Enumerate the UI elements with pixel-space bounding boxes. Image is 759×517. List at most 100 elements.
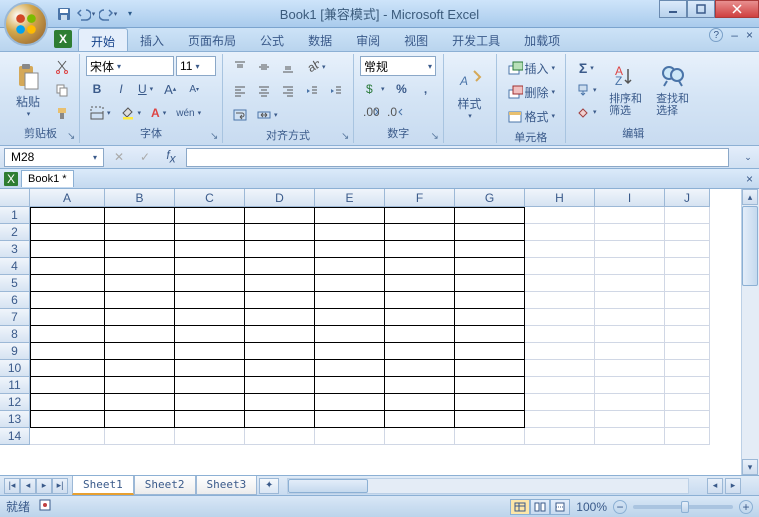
zoom-slider[interactable] <box>633 505 733 509</box>
cell-D11[interactable] <box>245 377 315 394</box>
cell-E2[interactable] <box>315 224 385 241</box>
row-header-7[interactable]: 7 <box>0 309 30 326</box>
align-top-button[interactable] <box>229 56 251 78</box>
horizontal-scrollbar[interactable] <box>287 478 689 494</box>
grow-font-button[interactable]: A▴ <box>159 78 181 100</box>
cell-G7[interactable] <box>455 309 525 326</box>
row-header-14[interactable]: 14 <box>0 428 30 445</box>
help-button[interactable]: ? <box>709 28 723 42</box>
cell-H13[interactable] <box>525 411 595 428</box>
select-all-corner[interactable] <box>0 189 30 207</box>
find-select-button[interactable]: 查找和 选择 <box>651 56 695 124</box>
cell-C6[interactable] <box>175 292 245 309</box>
cell-F10[interactable] <box>385 360 455 377</box>
clipboard-launcher[interactable]: ↘ <box>67 131 79 143</box>
row-header-9[interactable]: 9 <box>0 343 30 360</box>
col-header-J[interactable]: J <box>665 189 710 207</box>
cell-H6[interactable] <box>525 292 595 309</box>
format-painter-button[interactable] <box>51 102 73 124</box>
col-header-B[interactable]: B <box>105 189 175 207</box>
cell-C9[interactable] <box>175 343 245 360</box>
align-right-button[interactable] <box>277 80 299 102</box>
delete-cells-button[interactable]: 删除▾ <box>503 80 560 104</box>
cell-H5[interactable] <box>525 275 595 292</box>
cell-I4[interactable] <box>595 258 665 275</box>
cell-C2[interactable] <box>175 224 245 241</box>
vertical-scrollbar[interactable]: ▴ ▾ <box>741 189 759 475</box>
cell-E5[interactable] <box>315 275 385 292</box>
cell-G11[interactable] <box>455 377 525 394</box>
ribbon-tab-1[interactable]: 插入 <box>128 28 176 51</box>
cell-E11[interactable] <box>315 377 385 394</box>
name-box[interactable]: M28▾ <box>4 148 104 167</box>
cell-H9[interactable] <box>525 343 595 360</box>
cut-button[interactable] <box>51 56 73 78</box>
number-launcher[interactable]: ↘ <box>431 131 443 143</box>
cell-A8[interactable] <box>30 326 105 343</box>
cell-B9[interactable] <box>105 343 175 360</box>
align-center-button[interactable] <box>253 80 275 102</box>
cell-H14[interactable] <box>525 428 595 445</box>
format-cells-button[interactable]: 格式▾ <box>503 104 560 128</box>
cell-B3[interactable] <box>105 241 175 258</box>
cell-B11[interactable] <box>105 377 175 394</box>
mdi-close[interactable]: × <box>746 28 753 42</box>
font-color-button[interactable]: A▾ <box>147 102 170 124</box>
font-size-combo[interactable]: 11▾ <box>176 56 216 76</box>
view-page-break-button[interactable] <box>550 499 570 515</box>
orientation-button[interactable]: ab▾ <box>301 56 330 78</box>
sheet-tab-Sheet2[interactable]: Sheet2 <box>134 476 196 495</box>
ribbon-tab-6[interactable]: 视图 <box>392 28 440 51</box>
italic-button[interactable]: I <box>110 78 132 100</box>
shrink-font-button[interactable]: A▾ <box>183 78 205 100</box>
cell-D8[interactable] <box>245 326 315 343</box>
cell-F9[interactable] <box>385 343 455 360</box>
cell-B10[interactable] <box>105 360 175 377</box>
cell-J14[interactable] <box>665 428 710 445</box>
cell-C5[interactable] <box>175 275 245 292</box>
ribbon-tab-8[interactable]: 加载项 <box>512 28 572 51</box>
view-page-layout-button[interactable] <box>530 499 550 515</box>
cell-F6[interactable] <box>385 292 455 309</box>
cell-C12[interactable] <box>175 394 245 411</box>
cell-J1[interactable] <box>665 207 710 224</box>
ribbon-tab-3[interactable]: 公式 <box>248 28 296 51</box>
decrease-decimal-button[interactable]: .0 <box>384 102 406 124</box>
row-header-3[interactable]: 3 <box>0 241 30 258</box>
cell-J7[interactable] <box>665 309 710 326</box>
sheet-nav-next[interactable]: ▸ <box>36 478 52 494</box>
cell-J11[interactable] <box>665 377 710 394</box>
accounting-format-button[interactable]: $▾ <box>360 78 389 100</box>
maximize-button[interactable] <box>687 0 715 18</box>
cell-G12[interactable] <box>455 394 525 411</box>
cell-I11[interactable] <box>595 377 665 394</box>
cell-E12[interactable] <box>315 394 385 411</box>
decrease-indent-button[interactable] <box>301 80 323 102</box>
cell-A14[interactable] <box>30 428 105 445</box>
cell-A9[interactable] <box>30 343 105 360</box>
row-header-8[interactable]: 8 <box>0 326 30 343</box>
cell-G10[interactable] <box>455 360 525 377</box>
cell-E3[interactable] <box>315 241 385 258</box>
cell-D14[interactable] <box>245 428 315 445</box>
sheet-tab-Sheet1[interactable]: Sheet1 <box>72 476 134 495</box>
cell-F4[interactable] <box>385 258 455 275</box>
col-header-E[interactable]: E <box>315 189 385 207</box>
copy-button[interactable] <box>51 79 73 101</box>
cell-H12[interactable] <box>525 394 595 411</box>
cell-E14[interactable] <box>315 428 385 445</box>
row-header-6[interactable]: 6 <box>0 292 30 309</box>
cell-F1[interactable] <box>385 207 455 224</box>
workbook-close-button[interactable]: × <box>746 172 753 186</box>
cell-B1[interactable] <box>105 207 175 224</box>
merge-center-button[interactable]: ▾ <box>253 104 282 126</box>
enter-formula-button[interactable]: ✓ <box>134 148 156 167</box>
cell-G5[interactable] <box>455 275 525 292</box>
cell-B12[interactable] <box>105 394 175 411</box>
col-header-I[interactable]: I <box>595 189 665 207</box>
zoom-in-button[interactable]: + <box>739 500 753 514</box>
increase-decimal-button[interactable]: .00 <box>360 102 382 124</box>
cells-area[interactable] <box>30 207 741 475</box>
cell-I1[interactable] <box>595 207 665 224</box>
wrap-text-button[interactable] <box>229 104 251 126</box>
